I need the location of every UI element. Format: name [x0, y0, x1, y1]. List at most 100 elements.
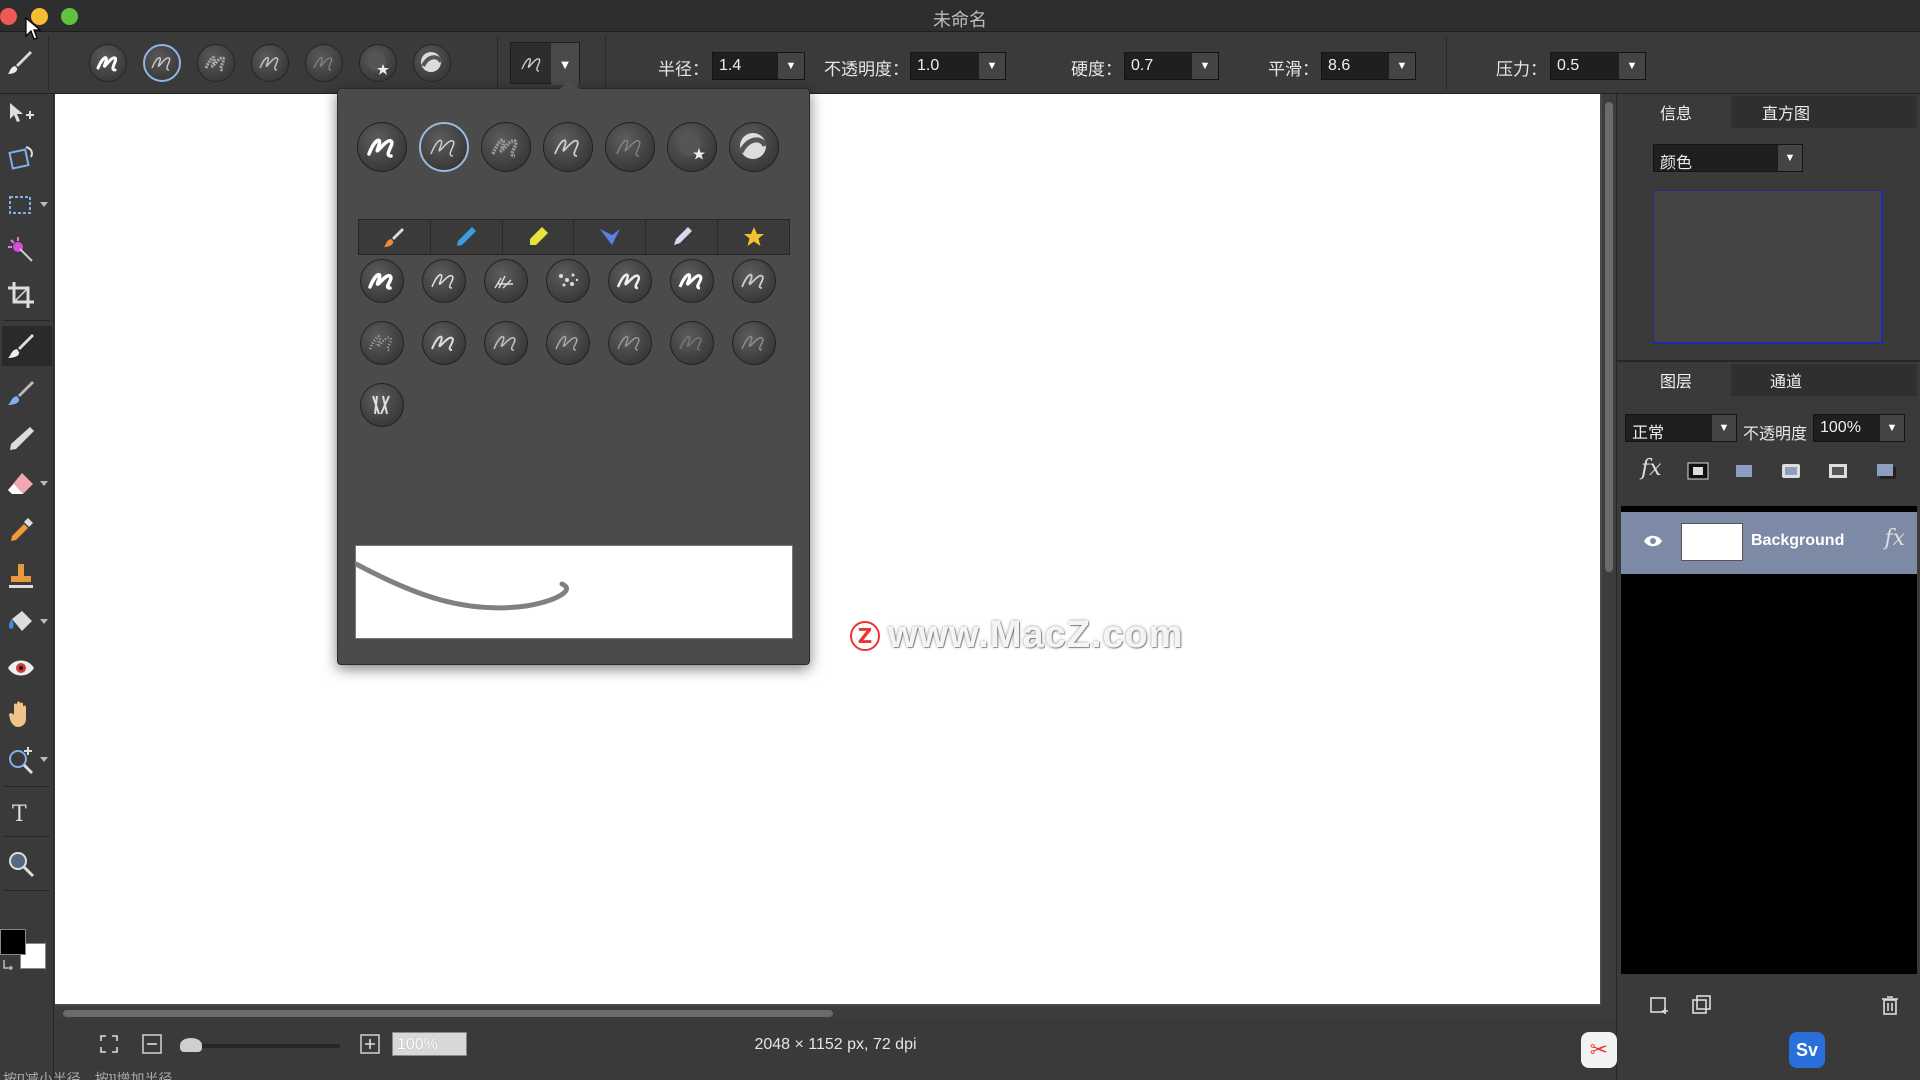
- popup-brush-recent-3[interactable]: [481, 122, 531, 172]
- smooth-field[interactable]: 8.6 ▼: [1321, 52, 1416, 80]
- foreground-color-swatch[interactable]: [0, 929, 26, 955]
- duplicate-layer-icon[interactable]: [1691, 994, 1713, 1016]
- brush-preset-6[interactable]: [359, 44, 397, 82]
- brush-preset-7[interactable]: [413, 44, 451, 82]
- pressure-dropdown-arrow-icon[interactable]: ▼: [1619, 53, 1645, 79]
- category-special[interactable]: [718, 220, 789, 254]
- histogram-channel-select[interactable]: 颜色 ▼: [1653, 144, 1803, 172]
- opacity-label: 不透明度：: [824, 60, 909, 79]
- options-bar: ▼ 半径： 1.4 ▼ 不透明度： 1.0 ▼ 硬度： 0.7 ▼ 平滑： 8.…: [0, 32, 1920, 94]
- layer-fx-indicator[interactable]: fx: [1884, 526, 1905, 551]
- category-marker[interactable]: [503, 220, 575, 254]
- radius-dropdown-arrow-icon[interactable]: ▼: [778, 53, 804, 79]
- horizontal-scroll-thumb[interactable]: [63, 1010, 833, 1017]
- tab-channels[interactable]: 通道: [1731, 364, 1841, 396]
- layer-drop-shadow-icon[interactable]: [1875, 462, 1897, 480]
- popup-brush-12[interactable]: [608, 321, 652, 365]
- horizontal-scrollbar[interactable]: [55, 1006, 1602, 1020]
- vertical-scrollbar[interactable]: [1602, 94, 1616, 1006]
- blend-mode-select[interactable]: 正常 ▼: [1625, 414, 1737, 442]
- category-eraser[interactable]: [646, 220, 719, 254]
- pencil-tool[interactable]: [2, 418, 52, 458]
- clone-stamp-tool[interactable]: [2, 556, 52, 596]
- popup-brush-8[interactable]: [360, 321, 404, 365]
- smooth-dropdown-arrow-icon[interactable]: ▼: [1389, 53, 1415, 79]
- popup-brush-13[interactable]: [670, 321, 714, 365]
- popup-brush-11[interactable]: [546, 321, 590, 365]
- popup-brush-7[interactable]: [732, 259, 776, 303]
- category-calligraphy[interactable]: [574, 220, 647, 254]
- swap-colors-icon[interactable]: [2, 956, 16, 970]
- zoom-tool[interactable]: [2, 844, 52, 884]
- brush-preset-5[interactable]: [305, 44, 343, 82]
- pressure-field[interactable]: 0.5 ▼: [1550, 52, 1646, 80]
- popup-brush-9[interactable]: [422, 321, 466, 365]
- popup-brush-5[interactable]: [608, 259, 652, 303]
- category-paint-brush[interactable]: [359, 220, 431, 254]
- smudge-brush-tool[interactable]: [2, 373, 52, 413]
- layer-fill-icon[interactable]: [1733, 462, 1755, 480]
- eraser-tool[interactable]: [2, 464, 52, 504]
- popup-brush-2[interactable]: [422, 259, 466, 303]
- hardness-dropdown-arrow-icon[interactable]: ▼: [1192, 53, 1218, 79]
- svg-text:T: T: [12, 802, 27, 827]
- rect-select-tool[interactable]: [2, 185, 52, 225]
- popup-brush-4[interactable]: [546, 259, 590, 303]
- eyedropper-tool[interactable]: [2, 510, 52, 550]
- move-tool[interactable]: [2, 94, 52, 134]
- popup-brush-recent-2[interactable]: [419, 122, 469, 172]
- radius-field[interactable]: 1.4 ▼: [712, 52, 805, 80]
- zoom-options-tool[interactable]: [2, 740, 52, 780]
- layer-inner-shadow-icon[interactable]: [1827, 462, 1849, 480]
- tab-histogram[interactable]: 直方图: [1731, 96, 1841, 128]
- new-layer-icon[interactable]: [1649, 994, 1671, 1016]
- sv-app-icon[interactable]: Sv: [1789, 1032, 1825, 1068]
- magnifier-icon: [9, 852, 35, 878]
- brush-category-bar: [358, 219, 790, 255]
- brush-preset-dropdown-button[interactable]: ▼: [510, 42, 580, 85]
- pen-nib-icon: [673, 227, 692, 245]
- crop-tool[interactable]: [2, 275, 52, 315]
- popup-brush-recent-4[interactable]: [543, 122, 593, 172]
- pressure-value: 0.5: [1557, 57, 1580, 74]
- dropdown-arrow-icon: ▼: [1778, 145, 1802, 171]
- brush-preset-1[interactable]: [89, 44, 127, 82]
- screenshot-app-icon[interactable]: ✂: [1581, 1032, 1617, 1068]
- popup-brush-3[interactable]: [484, 259, 528, 303]
- popup-brush-recent-6[interactable]: [667, 122, 717, 172]
- layer-effects-button[interactable]: fx: [1641, 456, 1662, 481]
- vertical-scroll-thumb[interactable]: [1605, 102, 1613, 572]
- layer-mask-icon[interactable]: [1687, 462, 1709, 480]
- popup-brush-recent-5[interactable]: [605, 122, 655, 172]
- layer-stroke-icon[interactable]: [1780, 462, 1802, 480]
- opacity-field[interactable]: 1.0 ▼: [910, 52, 1006, 80]
- delete-layer-trash-icon[interactable]: [1879, 994, 1901, 1016]
- brush-preset-4[interactable]: [251, 44, 289, 82]
- popup-brush-recent-7[interactable]: [729, 122, 779, 172]
- red-eye-tool[interactable]: [2, 648, 52, 688]
- visibility-eye-icon[interactable]: [1643, 534, 1663, 548]
- paint-brush-tool[interactable]: [2, 326, 52, 366]
- hand-tool[interactable]: [2, 694, 52, 734]
- opacity-dropdown-arrow-icon[interactable]: ▼: [979, 53, 1005, 79]
- layer-opacity-select[interactable]: 100% ▼: [1813, 414, 1905, 442]
- status-bar: 100% 2048 × 1152 px, 72 dpi 按[]减小半径，按]]增…: [3, 1020, 1825, 1080]
- magic-wand-tool[interactable]: [2, 230, 52, 270]
- brush-preset-3[interactable]: [197, 44, 235, 82]
- category-pen[interactable]: [431, 220, 503, 254]
- popup-brush-1[interactable]: [360, 259, 404, 303]
- tab-info[interactable]: 信息: [1621, 96, 1731, 128]
- layer-row[interactable]: Background fx: [1621, 512, 1917, 574]
- document-canvas[interactable]: Z www.MacZ.com: [55, 94, 1600, 1004]
- paint-bucket-tool[interactable]: [2, 602, 52, 642]
- tab-layers[interactable]: 图层: [1621, 364, 1731, 396]
- text-tool[interactable]: T: [2, 792, 52, 832]
- transform-tool[interactable]: [2, 138, 52, 178]
- brush-preset-2[interactable]: [143, 44, 181, 82]
- popup-brush-15[interactable]: [360, 383, 404, 427]
- hardness-field[interactable]: 0.7 ▼: [1124, 52, 1219, 80]
- popup-brush-14[interactable]: [732, 321, 776, 365]
- popup-brush-recent-1[interactable]: [357, 122, 407, 172]
- popup-brush-6[interactable]: [670, 259, 714, 303]
- popup-brush-10[interactable]: [484, 321, 528, 365]
